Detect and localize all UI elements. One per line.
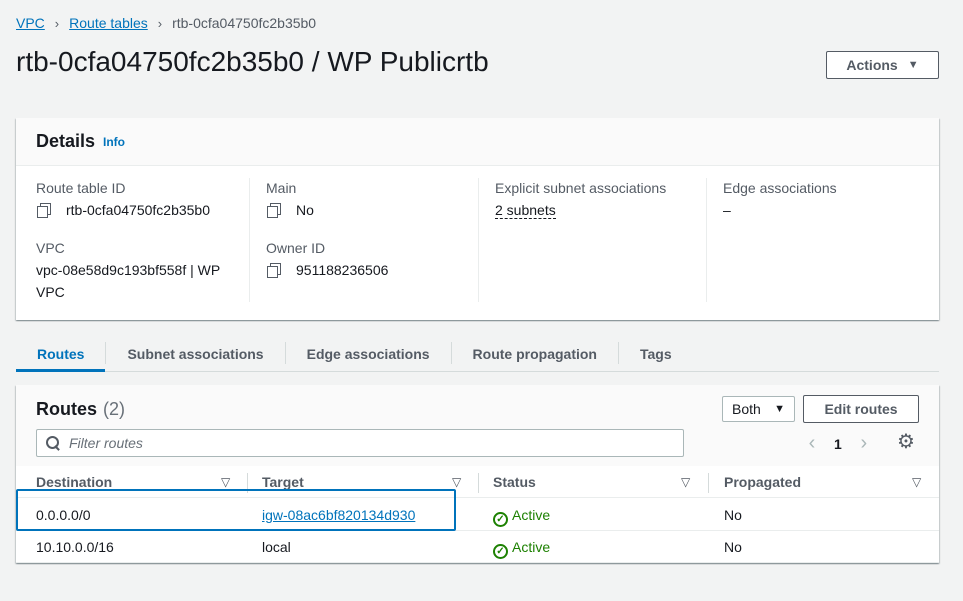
route-table-id-field: rtb-0cfa04750fc2b35b0 — [36, 202, 210, 218]
owner-id-value: 951188236506 — [296, 262, 389, 278]
pagination: ‹ 1 › — [802, 432, 874, 455]
main-value: No — [296, 202, 314, 218]
vpc-link-line2[interactable]: VPC — [36, 284, 65, 300]
column-header-status[interactable]: Status — [493, 474, 536, 490]
routes-header: Routes (2) Both ▼ Edit routes ‹ 1 › ⚙ — [16, 385, 939, 466]
sort-icon[interactable]: ▽ — [452, 475, 461, 489]
caret-down-icon: ▼ — [907, 59, 919, 71]
route-table-id-value: rtb-0cfa04750fc2b35b0 — [66, 202, 210, 218]
table-row[interactable]: 10.10.0.0/16 local ✓ Active No — [16, 531, 939, 563]
owner-id-field: 951188236506 — [266, 262, 388, 278]
details-title: Details — [36, 131, 96, 151]
info-link[interactable]: Info — [103, 135, 125, 149]
breadcrumb: VPC › Route tables › rtb-0cfa04750fc2b35… — [16, 15, 316, 31]
chevron-right-icon[interactable]: › — [854, 432, 874, 455]
gear-icon[interactable]: ⚙ — [897, 432, 915, 452]
filter-routes-input[interactable] — [69, 435, 669, 451]
tab-edge-associations[interactable]: Edge associations — [286, 336, 451, 371]
actions-button[interactable]: Actions ▼ — [826, 51, 939, 79]
breadcrumb-route-tables-link[interactable]: Route tables — [69, 15, 148, 31]
breadcrumb-separator: › — [157, 15, 163, 31]
filter-routes-field[interactable] — [36, 429, 684, 457]
search-icon — [46, 436, 60, 450]
column-header-target[interactable]: Target — [262, 474, 304, 490]
column-header-destination[interactable]: Destination — [36, 474, 112, 490]
main-field: No — [266, 202, 314, 218]
breadcrumb-current: rtb-0cfa04750fc2b35b0 — [172, 15, 317, 31]
main-label: Main — [266, 180, 297, 196]
column-divider — [249, 178, 250, 302]
tab-route-propagation[interactable]: Route propagation — [452, 336, 618, 371]
column-divider — [478, 178, 479, 302]
page-number[interactable]: 1 — [834, 436, 842, 452]
owner-id-label: Owner ID — [266, 240, 326, 256]
page-title: rtb-0cfa04750fc2b35b0 / WP Publicrtb — [16, 46, 489, 77]
highlight-box — [16, 489, 456, 531]
chevron-left-icon[interactable]: ‹ — [802, 432, 822, 455]
breadcrumb-separator: › — [54, 15, 60, 31]
destination-cell: 10.10.0.0/16 — [36, 539, 114, 555]
route-table-id-label: Route table ID — [36, 180, 126, 196]
copy-icon[interactable] — [266, 262, 284, 278]
tab-subnet-associations[interactable]: Subnet associations — [106, 336, 284, 371]
tab-routes[interactable]: Routes — [16, 336, 106, 372]
status-text: Active — [512, 507, 551, 523]
routes-title: Routes — [36, 399, 98, 419]
tab-bar: Routes Subnet associations Edge associat… — [16, 336, 939, 372]
routes-count: (2) — [103, 399, 125, 419]
check-circle-icon: ✓ — [493, 512, 508, 527]
sort-icon[interactable]: ▽ — [681, 475, 690, 489]
explicit-subnet-label: Explicit subnet associations — [495, 180, 667, 196]
caret-down-icon: ▼ — [774, 403, 785, 415]
sort-icon[interactable]: ▽ — [912, 475, 921, 489]
status-cell: ✓ Active — [493, 507, 550, 527]
breadcrumb-vpc-link[interactable]: VPC — [16, 15, 45, 31]
explicit-subnet-link[interactable]: 2 subnets — [495, 202, 556, 219]
copy-icon[interactable] — [266, 202, 284, 218]
route-filter-select[interactable]: Both ▼ — [722, 396, 795, 422]
column-resizer[interactable] — [478, 473, 479, 493]
routes-panel: Routes (2) Both ▼ Edit routes ‹ 1 › ⚙ De… — [16, 385, 939, 563]
status-cell: ✓ Active — [493, 539, 550, 559]
tab-tags[interactable]: Tags — [619, 336, 693, 371]
details-panel: Details Info Route table ID rtb-0cfa0475… — [16, 118, 939, 320]
status-text: Active — [512, 539, 551, 555]
vpc-link-line1[interactable]: vpc-08e58d9c193bf558f | WP — [36, 262, 220, 278]
edit-routes-button[interactable]: Edit routes — [803, 395, 919, 423]
route-filter-select-value: Both — [732, 401, 761, 417]
check-circle-icon: ✓ — [493, 544, 508, 559]
propagated-cell: No — [724, 539, 742, 555]
column-divider — [706, 178, 707, 302]
column-header-propagated[interactable]: Propagated — [724, 474, 801, 490]
target-cell: local — [262, 539, 291, 555]
propagated-cell: No — [724, 507, 742, 523]
column-resizer[interactable] — [708, 473, 709, 493]
edge-associations-value: – — [723, 202, 731, 218]
sort-icon[interactable]: ▽ — [221, 475, 230, 489]
vpc-label: VPC — [36, 240, 65, 256]
edge-associations-label: Edge associations — [723, 180, 837, 196]
copy-icon[interactable] — [36, 202, 54, 218]
actions-button-label: Actions — [846, 57, 898, 73]
details-header: Details Info — [16, 118, 939, 166]
